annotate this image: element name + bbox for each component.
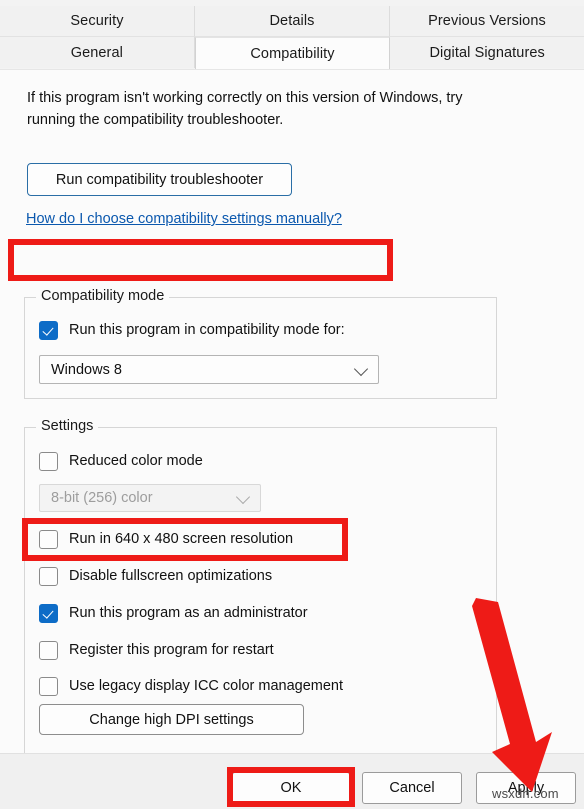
checkbox-box[interactable] [39,320,58,340]
button-label: OK [280,780,302,796]
run-as-administrator-checkbox[interactable]: Run this program as an administrator [39,601,308,625]
tab-row-1: Security Details Previous Versions [0,6,584,37]
tab-general[interactable]: General [0,37,195,68]
disable-fullscreen-optimizations-checkbox[interactable]: Disable fullscreen optimizations [39,564,272,588]
tab-details[interactable]: Details [195,6,390,37]
checkbox-label: Run this program as an administrator [69,605,308,621]
tab-label: Details [269,13,315,29]
tab-strip: Security Details Previous Versions Gener… [0,6,584,69]
checkbox-label: Use legacy display ICC color management [69,678,344,694]
button-label: Change high DPI settings [89,711,254,728]
cancel-button[interactable]: Cancel [362,772,462,804]
tab-label: Previous Versions [428,13,546,29]
checkbox-box[interactable] [39,529,58,549]
color-depth-select: 8-bit (256) color [39,484,261,512]
tab-previous-versions[interactable]: Previous Versions [390,6,584,37]
button-label: Run compatibility troubleshooter [55,171,264,188]
checkbox-label: Disable fullscreen optimizations [69,568,273,584]
tab-label: Compatibility [250,45,335,62]
tab-label: General [70,44,123,61]
select-value: 8-bit (256) color [51,490,153,506]
checkbox-box[interactable] [39,566,58,586]
register-for-restart-checkbox[interactable]: Register this program for restart [39,638,274,662]
button-label: Cancel [389,780,435,796]
tab-label: Digital Signatures [429,44,545,61]
tab-digital-signatures[interactable]: Digital Signatures [390,37,584,68]
group-title: Settings [36,418,99,434]
group-title: Compatibility mode [36,288,170,304]
checkbox-label: Register this program for restart [69,642,274,658]
run-in-640x480-checkbox[interactable]: Run in 640 x 480 screen resolution [39,527,293,551]
apply-button[interactable]: Apply [476,772,576,804]
legacy-icc-color-management-checkbox[interactable]: Use legacy display ICC color management [39,674,343,698]
tab-row-2: General Compatibility Digital Signatures [0,37,584,69]
compatibility-os-select[interactable]: Windows 8 [39,355,379,384]
compatibility-tab-panel: If this program isn't working correctly … [0,69,584,806]
tab-security[interactable]: Security [0,6,195,37]
checkbox-label: Run this program in compatibility mode f… [69,322,345,338]
checkbox-label: Run in 640 x 480 screen resolution [69,531,294,547]
select-value: Windows 8 [51,361,122,378]
checkbox-box[interactable] [39,603,58,623]
checkbox-box[interactable] [39,451,58,471]
chevron-down-icon [235,489,251,505]
checkbox-box[interactable] [39,640,58,660]
checkbox-box[interactable] [39,676,58,696]
intro-text: If this program isn't working correctly … [27,90,463,129]
dialog-footer: OK Cancel Apply [0,753,584,809]
compatibility-help-link[interactable]: How do I choose compatibility settings m… [26,211,342,227]
change-high-dpi-settings-button[interactable]: Change high DPI settings [39,704,304,735]
reduced-color-mode-checkbox[interactable]: Reduced color mode [39,449,203,473]
checkbox-label: Reduced color mode [69,453,203,469]
run-compatibility-troubleshooter-button[interactable]: Run compatibility troubleshooter [27,163,292,196]
chevron-down-icon [353,361,369,376]
tab-compatibility[interactable]: Compatibility [194,37,391,69]
ok-button[interactable]: OK [232,772,350,804]
tab-label: Security [70,13,124,29]
button-label: Apply [507,780,545,796]
properties-dialog: Security Details Previous Versions Gener… [0,0,584,809]
run-in-compatibility-mode-checkbox[interactable]: Run this program in compatibility mode f… [39,318,345,342]
